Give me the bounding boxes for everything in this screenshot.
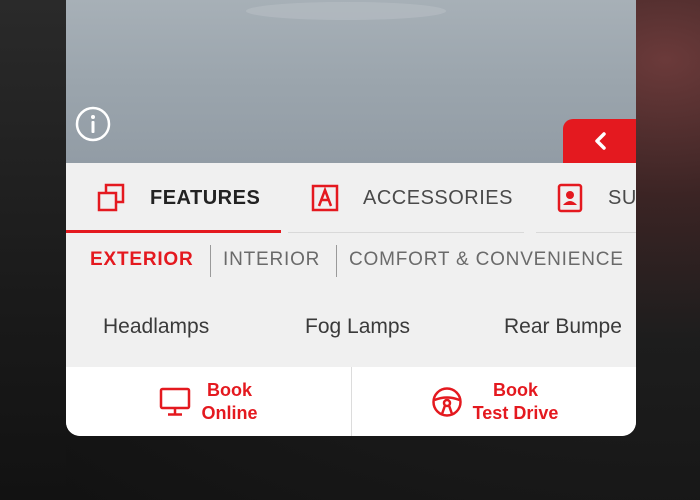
app-panel: FEATURES ACCESSORIES SU EXTERIOR INTERIO… — [66, 0, 636, 436]
chevron-left-icon — [594, 132, 606, 150]
subtab-interior[interactable]: INTERIOR — [223, 249, 320, 271]
tab-specifications[interactable]: SU — [556, 163, 636, 233]
feature-list: Headlamps Fog Lamps Rear Bumpe — [66, 293, 636, 367]
subtab-divider — [336, 245, 337, 277]
collapse-button[interactable] — [563, 119, 636, 163]
book-online-button[interactable]: Book Online — [66, 367, 351, 436]
background-left — [0, 0, 66, 500]
monitor-icon — [160, 387, 191, 416]
subtab-comfort-convenience[interactable]: COMFORT & CONVENIENCE — [349, 249, 624, 271]
tab-specifications-label: SU — [608, 186, 636, 209]
feature-subtabs: EXTERIOR INTERIOR COMFORT & CONVENIENCE — [66, 233, 636, 293]
book-person-icon — [556, 183, 584, 213]
subtab-exterior[interactable]: EXTERIOR — [90, 249, 194, 271]
feature-item-rear-bumper[interactable]: Rear Bumpe — [504, 315, 622, 339]
features-copy-icon — [96, 183, 126, 213]
book-test-drive-label: Book Test Drive — [472, 379, 559, 423]
tab-features[interactable]: FEATURES — [96, 163, 260, 233]
tab-features-label: FEATURES — [150, 186, 261, 209]
subtab-divider — [210, 245, 211, 277]
steering-wheel-icon — [431, 386, 462, 417]
car-reflection — [246, 2, 446, 20]
info-icon[interactable] — [75, 106, 111, 142]
cta-bar: Book Online Book Test Drive — [66, 367, 636, 436]
book-online-label: Book Online — [201, 379, 258, 423]
feature-item-headlamps[interactable]: Headlamps — [103, 315, 209, 339]
main-tabs: FEATURES ACCESSORIES SU — [66, 163, 636, 233]
car-image — [66, 0, 636, 163]
feature-item-fog-lamps[interactable]: Fog Lamps — [305, 315, 410, 339]
tab-accessories-label: ACCESSORIES — [363, 186, 513, 209]
tab-accessories[interactable]: ACCESSORIES — [311, 163, 513, 233]
book-test-drive-button[interactable]: Book Test Drive — [352, 367, 636, 436]
accessories-a-icon — [311, 184, 339, 212]
